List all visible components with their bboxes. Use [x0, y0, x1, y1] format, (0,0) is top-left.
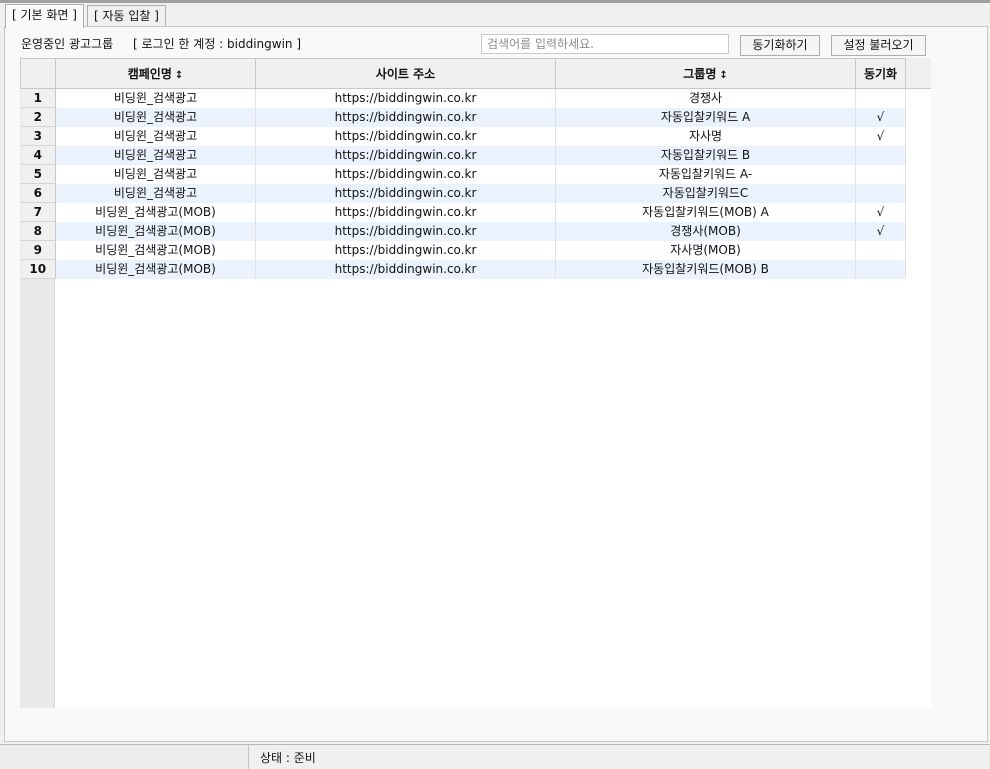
- row-number-cell[interactable]: 9: [20, 240, 56, 260]
- campaign-cell[interactable]: 비딩윈_검색광고: [55, 107, 256, 127]
- site-url-cell[interactable]: https://biddingwin.co.kr: [255, 202, 556, 222]
- group-name-cell[interactable]: 자동입찰키워드C: [555, 183, 856, 203]
- column-header-label: 그룹명: [683, 67, 717, 81]
- group-name-cell[interactable]: 자동입찰키워드 A: [555, 107, 856, 127]
- ad-group-table: 캠페인명 ↕ 사이트 주소 그룹명 ↕ 동기화 1 비딩윈_검색광고 https://b…: [20, 58, 906, 279]
- site-url-cell[interactable]: https://biddingwin.co.kr: [255, 240, 556, 260]
- group-name-cell[interactable]: 자사명(MOB): [555, 240, 856, 260]
- site-url-cell[interactable]: https://biddingwin.co.kr: [255, 107, 556, 127]
- tab-panel-basic-view: 운영중인 광고그룹 [ 로그인 한 계정 : biddingwin ] 동기화하…: [4, 26, 988, 742]
- sync-button[interactable]: 동기화하기: [740, 35, 820, 56]
- campaign-cell[interactable]: 비딩윈_검색광고: [55, 164, 256, 184]
- table-row[interactable]: 7 비딩윈_검색광고(MOB) https://biddingwin.co.kr 자동…: [20, 202, 906, 222]
- sync-check-cell[interactable]: √: [855, 221, 906, 241]
- group-name-cell[interactable]: 경쟁사: [555, 88, 856, 108]
- sync-check-cell[interactable]: [855, 183, 906, 203]
- group-name-cell[interactable]: 자동입찰키워드 B: [555, 145, 856, 165]
- site-url-cell[interactable]: https://biddingwin.co.kr: [255, 88, 556, 108]
- row-number-cell[interactable]: 4: [20, 145, 56, 165]
- row-number-cell[interactable]: 6: [20, 183, 56, 203]
- column-header-group[interactable]: 그룹명 ↕: [555, 58, 856, 89]
- row-number-cell[interactable]: 2: [20, 107, 56, 127]
- campaign-cell[interactable]: 비딩윈_검색광고: [55, 126, 256, 146]
- table-row[interactable]: 3 비딩윈_검색광고 https://biddingwin.co.kr 자사명 √: [20, 126, 906, 146]
- group-name-cell[interactable]: 자사명: [555, 126, 856, 146]
- table-row[interactable]: 2 비딩윈_검색광고 https://biddingwin.co.kr 자동입찰키워드…: [20, 107, 906, 127]
- table-row[interactable]: 10 비딩윈_검색광고(MOB) https://biddingwin.co.kr 자…: [20, 259, 906, 279]
- sort-icon: ↕: [174, 70, 184, 81]
- row-number-cell[interactable]: 10: [20, 259, 56, 279]
- tab-auto-bidding[interactable]: [ 자동 입찰 ]: [87, 5, 166, 27]
- site-url-cell[interactable]: https://biddingwin.co.kr: [255, 145, 556, 165]
- corner-header: [20, 58, 56, 89]
- sync-check-cell[interactable]: [855, 259, 906, 279]
- table-row[interactable]: 8 비딩윈_검색광고(MOB) https://biddingwin.co.kr 경쟁…: [20, 221, 906, 241]
- logged-in-account-label: [ 로그인 한 계정 : biddingwin ]: [133, 37, 302, 51]
- column-header-label: 캠페인명: [127, 67, 172, 81]
- site-url-cell[interactable]: https://biddingwin.co.kr: [255, 221, 556, 241]
- status-bar-left-panel: [0, 745, 249, 769]
- row-number-cell[interactable]: 3: [20, 126, 56, 146]
- campaign-cell[interactable]: 비딩윈_검색광고(MOB): [55, 240, 256, 260]
- row-number-cell[interactable]: 7: [20, 202, 56, 222]
- site-url-cell[interactable]: https://biddingwin.co.kr: [255, 259, 556, 279]
- sync-check-cell[interactable]: √: [855, 202, 906, 222]
- column-header-site[interactable]: 사이트 주소: [255, 58, 556, 89]
- campaign-cell[interactable]: 비딩윈_검색광고(MOB): [55, 202, 256, 222]
- table-row[interactable]: 1 비딩윈_검색광고 https://biddingwin.co.kr 경쟁사: [20, 88, 906, 108]
- sync-check-cell[interactable]: [855, 240, 906, 260]
- column-header-campaign[interactable]: 캠페인명 ↕: [55, 58, 256, 89]
- table-row[interactable]: 5 비딩윈_검색광고 https://biddingwin.co.kr 자동입찰키워드…: [20, 164, 906, 184]
- campaign-cell[interactable]: 비딩윈_검색광고(MOB): [55, 259, 256, 279]
- campaign-cell[interactable]: 비딩윈_검색광고(MOB): [55, 221, 256, 241]
- table-row[interactable]: 9 비딩윈_검색광고(MOB) https://biddingwin.co.kr 자사…: [20, 240, 906, 260]
- load-settings-button[interactable]: 설정 불러오기: [831, 35, 926, 56]
- row-number-cell[interactable]: 5: [20, 164, 56, 184]
- sync-check-cell[interactable]: [855, 164, 906, 184]
- campaign-cell[interactable]: 비딩윈_검색광고: [55, 183, 256, 203]
- site-url-cell[interactable]: https://biddingwin.co.kr: [255, 183, 556, 203]
- group-name-cell[interactable]: 자동입찰키워드(MOB) A: [555, 202, 856, 222]
- status-bar: 상태 : 준비: [0, 744, 990, 769]
- main-window: [ 기본 화면 ] [ 자동 입찰 ] 운영중인 광고그룹 [ 로그인 한 계정…: [0, 0, 990, 769]
- table-body: 1 비딩윈_검색광고 https://biddingwin.co.kr 경쟁사 2 비딩윈…: [20, 88, 906, 279]
- window-top-border: [0, 0, 990, 3]
- group-name-cell[interactable]: 자동입찰키워드(MOB) B: [555, 259, 856, 279]
- tab-basic-view[interactable]: [ 기본 화면 ]: [5, 4, 84, 28]
- sync-check-cell[interactable]: √: [855, 107, 906, 127]
- sort-icon: ↕: [719, 70, 728, 81]
- group-name-cell[interactable]: 자동입찰키워드 A-: [555, 164, 856, 184]
- sync-check-cell[interactable]: [855, 88, 906, 108]
- column-header-label: 사이트 주소: [375, 67, 436, 81]
- search-input[interactable]: [481, 34, 729, 54]
- campaign-cell[interactable]: 비딩윈_검색광고: [55, 145, 256, 165]
- group-name-cell[interactable]: 경쟁사(MOB): [555, 221, 856, 241]
- table-row[interactable]: 4 비딩윈_검색광고 https://biddingwin.co.kr 자동입찰키워드…: [20, 145, 906, 165]
- column-header-sync[interactable]: 동기화: [855, 58, 906, 89]
- column-header-label: 동기화: [863, 67, 898, 81]
- site-url-cell[interactable]: https://biddingwin.co.kr: [255, 126, 556, 146]
- row-number-cell[interactable]: 8: [20, 221, 56, 241]
- sync-check-cell[interactable]: [855, 145, 906, 165]
- row-number-cell[interactable]: 1: [20, 88, 56, 108]
- site-url-cell[interactable]: https://biddingwin.co.kr: [255, 164, 556, 184]
- campaign-cell[interactable]: 비딩윈_검색광고: [55, 88, 256, 108]
- sync-check-cell[interactable]: √: [855, 126, 906, 146]
- table-row[interactable]: 6 비딩윈_검색광고 https://biddingwin.co.kr 자동입찰키워드…: [20, 183, 906, 203]
- table-header-row: 캠페인명 ↕ 사이트 주소 그룹명 ↕ 동기화: [20, 58, 906, 89]
- status-text: 상태 : 준비: [260, 751, 316, 765]
- ad-group-grid: 캠페인명 ↕ 사이트 주소 그룹명 ↕ 동기화 1 비딩윈_검색광고 https://b…: [20, 58, 931, 708]
- section-caption: 운영중인 광고그룹: [21, 37, 114, 51]
